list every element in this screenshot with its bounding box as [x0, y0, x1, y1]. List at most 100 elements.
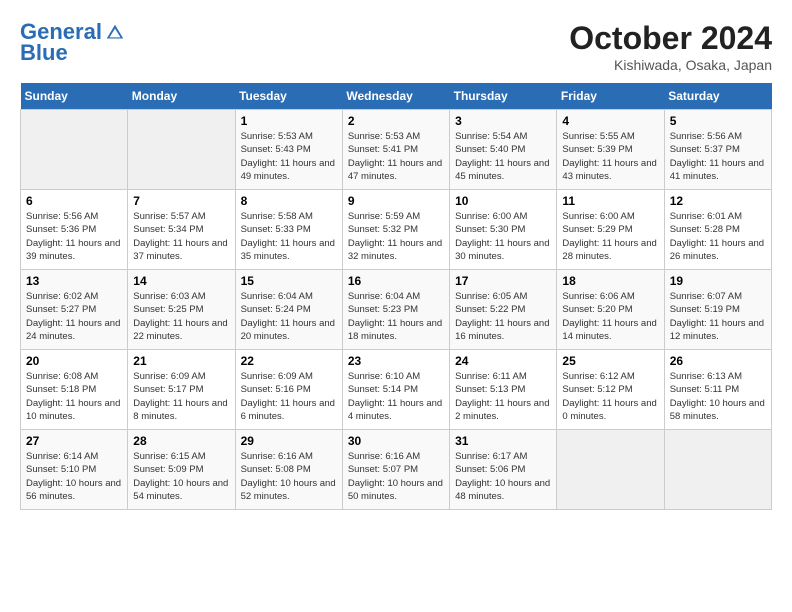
day-info: Sunrise: 6:13 AM Sunset: 5:11 PM Dayligh… — [670, 370, 766, 423]
day-number: 23 — [348, 354, 444, 368]
calendar-cell: 28 Sunrise: 6:15 AM Sunset: 5:09 PM Dayli… — [128, 430, 235, 510]
day-info: Sunrise: 6:09 AM Sunset: 5:16 PM Dayligh… — [241, 370, 337, 423]
day-info: Sunrise: 6:12 AM Sunset: 5:12 PM Dayligh… — [562, 370, 658, 423]
day-number: 10 — [455, 194, 551, 208]
calendar-cell: 13 Sunrise: 6:02 AM Sunset: 5:27 PM Dayli… — [21, 270, 128, 350]
calendar-cell: 10 Sunrise: 6:00 AM Sunset: 5:30 PM Dayli… — [450, 190, 557, 270]
day-info: Sunrise: 5:59 AM Sunset: 5:32 PM Dayligh… — [348, 210, 444, 263]
day-number: 6 — [26, 194, 122, 208]
calendar-cell — [664, 430, 771, 510]
calendar-cell: 21 Sunrise: 6:09 AM Sunset: 5:17 PM Dayli… — [128, 350, 235, 430]
day-info: Sunrise: 5:53 AM Sunset: 5:43 PM Dayligh… — [241, 130, 337, 183]
day-number: 22 — [241, 354, 337, 368]
day-number: 18 — [562, 274, 658, 288]
calendar-cell: 20 Sunrise: 6:08 AM Sunset: 5:18 PM Dayli… — [21, 350, 128, 430]
calendar-cell: 11Sunrise: 6:00 AM Sunset: 5:29 PM Dayli… — [557, 190, 664, 270]
weekday-header-wednesday: Wednesday — [342, 83, 449, 110]
calendar-cell: 22 Sunrise: 6:09 AM Sunset: 5:16 PM Dayli… — [235, 350, 342, 430]
calendar-cell: 6 Sunrise: 5:56 AM Sunset: 5:36 PM Daylig… — [21, 190, 128, 270]
location: Kishiwada, Osaka, Japan — [569, 57, 772, 73]
day-info: Sunrise: 6:16 AM Sunset: 5:08 PM Dayligh… — [241, 450, 337, 503]
calendar-cell: 12 Sunrise: 6:01 AM Sunset: 5:28 PM Dayli… — [664, 190, 771, 270]
day-info: Sunrise: 6:05 AM Sunset: 5:22 PM Dayligh… — [455, 290, 551, 343]
day-number: 3 — [455, 114, 551, 128]
day-number: 26 — [670, 354, 766, 368]
day-info: Sunrise: 5:55 AM Sunset: 5:39 PM Dayligh… — [562, 130, 658, 183]
day-number: 21 — [133, 354, 229, 368]
day-number: 20 — [26, 354, 122, 368]
calendar-cell: 29 Sunrise: 6:16 AM Sunset: 5:08 PM Dayli… — [235, 430, 342, 510]
day-number: 11 — [562, 194, 658, 208]
calendar-cell: 25 Sunrise: 6:12 AM Sunset: 5:12 PM Dayli… — [557, 350, 664, 430]
calendar-cell: 2 Sunrise: 5:53 AM Sunset: 5:41 PM Daylig… — [342, 110, 449, 190]
calendar-cell: 31 Sunrise: 6:17 AM Sunset: 5:06 PM Dayli… — [450, 430, 557, 510]
day-number: 17 — [455, 274, 551, 288]
page-header: General Blue October 2024 Kishiwada, Osa… — [20, 20, 772, 73]
day-number: 25 — [562, 354, 658, 368]
calendar-cell: 17 Sunrise: 6:05 AM Sunset: 5:22 PM Dayli… — [450, 270, 557, 350]
calendar-cell: 4 Sunrise: 5:55 AM Sunset: 5:39 PM Daylig… — [557, 110, 664, 190]
calendar-cell: 27 Sunrise: 6:14 AM Sunset: 5:10 PM Dayli… — [21, 430, 128, 510]
weekday-header-tuesday: Tuesday — [235, 83, 342, 110]
day-number: 14 — [133, 274, 229, 288]
day-info: Sunrise: 6:11 AM Sunset: 5:13 PM Dayligh… — [455, 370, 551, 423]
day-info: Sunrise: 5:56 AM Sunset: 5:37 PM Dayligh… — [670, 130, 766, 183]
day-number: 31 — [455, 434, 551, 448]
weekday-header-monday: Monday — [128, 83, 235, 110]
day-info: Sunrise: 5:54 AM Sunset: 5:40 PM Dayligh… — [455, 130, 551, 183]
day-info: Sunrise: 6:15 AM Sunset: 5:09 PM Dayligh… — [133, 450, 229, 503]
day-number: 12 — [670, 194, 766, 208]
day-info: Sunrise: 5:53 AM Sunset: 5:41 PM Dayligh… — [348, 130, 444, 183]
day-number: 4 — [562, 114, 658, 128]
day-info: Sunrise: 6:02 AM Sunset: 5:27 PM Dayligh… — [26, 290, 122, 343]
logo: General Blue — [20, 20, 126, 66]
calendar-cell: 16Sunrise: 6:04 AM Sunset: 5:23 PM Dayli… — [342, 270, 449, 350]
title-block: October 2024 Kishiwada, Osaka, Japan — [569, 20, 772, 73]
weekday-header-friday: Friday — [557, 83, 664, 110]
day-info: Sunrise: 5:56 AM Sunset: 5:36 PM Dayligh… — [26, 210, 122, 263]
calendar-cell: 19Sunrise: 6:07 AM Sunset: 5:19 PM Dayli… — [664, 270, 771, 350]
day-info: Sunrise: 6:17 AM Sunset: 5:06 PM Dayligh… — [455, 450, 551, 503]
day-number: 15 — [241, 274, 337, 288]
day-number: 2 — [348, 114, 444, 128]
calendar-cell: 24Sunrise: 6:11 AM Sunset: 5:13 PM Dayli… — [450, 350, 557, 430]
weekday-header-thursday: Thursday — [450, 83, 557, 110]
day-number: 7 — [133, 194, 229, 208]
calendar-cell — [128, 110, 235, 190]
calendar-cell: 1Sunrise: 5:53 AM Sunset: 5:43 PM Daylig… — [235, 110, 342, 190]
day-info: Sunrise: 6:06 AM Sunset: 5:20 PM Dayligh… — [562, 290, 658, 343]
day-info: Sunrise: 6:04 AM Sunset: 5:23 PM Dayligh… — [348, 290, 444, 343]
day-info: Sunrise: 6:14 AM Sunset: 5:10 PM Dayligh… — [26, 450, 122, 503]
calendar-cell: 7 Sunrise: 5:57 AM Sunset: 5:34 PM Daylig… — [128, 190, 235, 270]
calendar-cell — [21, 110, 128, 190]
day-info: Sunrise: 6:10 AM Sunset: 5:14 PM Dayligh… — [348, 370, 444, 423]
day-number: 9 — [348, 194, 444, 208]
day-number: 13 — [26, 274, 122, 288]
day-info: Sunrise: 6:08 AM Sunset: 5:18 PM Dayligh… — [26, 370, 122, 423]
day-info: Sunrise: 6:00 AM Sunset: 5:30 PM Dayligh… — [455, 210, 551, 263]
day-info: Sunrise: 6:07 AM Sunset: 5:19 PM Dayligh… — [670, 290, 766, 343]
weekday-header-sunday: Sunday — [21, 83, 128, 110]
calendar-table: SundayMondayTuesdayWednesdayThursdayFrid… — [20, 83, 772, 510]
calendar-cell: 26 Sunrise: 6:13 AM Sunset: 5:11 PM Dayli… — [664, 350, 771, 430]
calendar-cell: 8Sunrise: 5:58 AM Sunset: 5:33 PM Daylig… — [235, 190, 342, 270]
day-number: 30 — [348, 434, 444, 448]
day-number: 5 — [670, 114, 766, 128]
calendar-cell: 15 Sunrise: 6:04 AM Sunset: 5:24 PM Dayli… — [235, 270, 342, 350]
day-number: 27 — [26, 434, 122, 448]
calendar-cell: 30Sunrise: 6:16 AM Sunset: 5:07 PM Dayli… — [342, 430, 449, 510]
calendar-cell: 3 Sunrise: 5:54 AM Sunset: 5:40 PM Daylig… — [450, 110, 557, 190]
weekday-header-saturday: Saturday — [664, 83, 771, 110]
day-info: Sunrise: 5:58 AM Sunset: 5:33 PM Dayligh… — [241, 210, 337, 263]
day-info: Sunrise: 6:03 AM Sunset: 5:25 PM Dayligh… — [133, 290, 229, 343]
month-title: October 2024 — [569, 20, 772, 57]
calendar-cell: 18 Sunrise: 6:06 AM Sunset: 5:20 PM Dayli… — [557, 270, 664, 350]
day-info: Sunrise: 5:57 AM Sunset: 5:34 PM Dayligh… — [133, 210, 229, 263]
day-info: Sunrise: 6:09 AM Sunset: 5:17 PM Dayligh… — [133, 370, 229, 423]
day-info: Sunrise: 6:04 AM Sunset: 5:24 PM Dayligh… — [241, 290, 337, 343]
day-number: 29 — [241, 434, 337, 448]
day-info: Sunrise: 6:01 AM Sunset: 5:28 PM Dayligh… — [670, 210, 766, 263]
calendar-cell — [557, 430, 664, 510]
calendar-cell: 14 Sunrise: 6:03 AM Sunset: 5:25 PM Dayli… — [128, 270, 235, 350]
day-number: 28 — [133, 434, 229, 448]
